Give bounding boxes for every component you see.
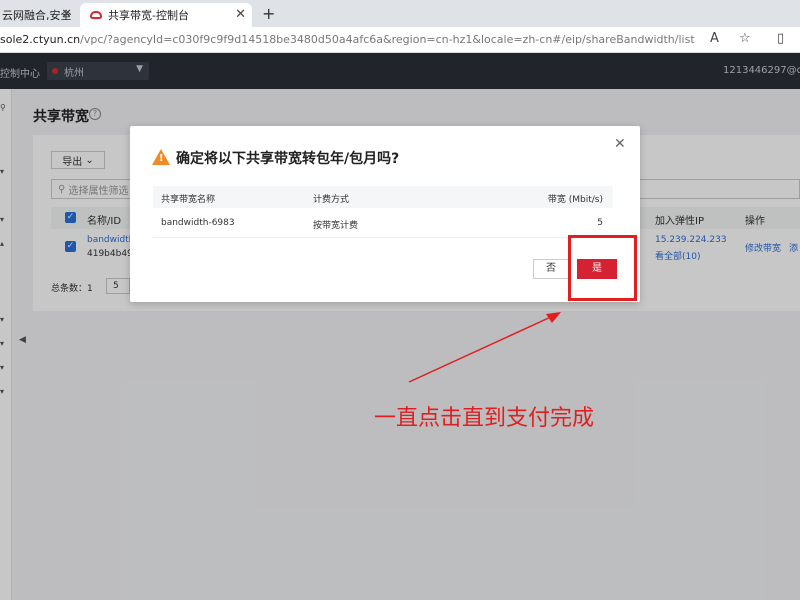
column-bandwidth: 带宽 (Mbit/s) (547, 195, 603, 205)
column-bandwidth-name: 共享带宽名称 (161, 195, 216, 205)
browser-tab-1[interactable]: 云网融合,安全 ✕ (0, 3, 78, 27)
row-billing: 按带宽计费 (313, 221, 359, 231)
row-bandwidth: 5 (597, 218, 603, 228)
sidebar-icon[interactable]: ▯ (777, 31, 784, 46)
url-host: sole2.ctyun.cn (0, 33, 81, 46)
address-bar[interactable]: sole2.ctyun.cn/vpc/?agencyId=c030f9c9f9d… (0, 27, 800, 53)
row-bandwidth-name: bandwidth-6983 (161, 218, 235, 228)
url-path: /vpc/?agencyId=c030f9c9f9d14518be3480d50… (80, 33, 695, 46)
new-tab-icon[interactable]: + (262, 4, 275, 23)
table-row: bandwidth-6983 按带宽计费 5 (153, 208, 613, 238)
dialog-table-header: 共享带宽名称 计费方式 带宽 (Mbit/s) (153, 186, 613, 208)
close-icon[interactable]: ✕ (235, 7, 246, 22)
browser-tab-2[interactable]: 共享带宽-控制台 ✕ (80, 3, 252, 27)
highlight-box (568, 235, 637, 301)
close-icon[interactable]: ✕ (614, 136, 626, 152)
cloud-logo-icon (90, 11, 102, 19)
convert-billing-dialog: ✕ ! 确定将以下共享带宽转包年/包月吗? 共享带宽名称 计费方式 带宽 (Mb… (130, 126, 640, 302)
column-billing: 计费方式 (313, 195, 350, 205)
tab-2-label: 共享带宽-控制台 (108, 9, 189, 22)
browser-tabbar: 云网融合,安全 ✕ 共享带宽-控制台 ✕ + (0, 0, 800, 27)
star-icon[interactable]: ☆ (739, 31, 751, 46)
cancel-button[interactable]: 否 (533, 259, 569, 279)
url-text[interactable]: sole2.ctyun.cn/vpc/?agencyId=c030f9c9f9d… (0, 33, 695, 46)
annotation-arrow (408, 312, 561, 383)
annotation-text: 一直点击直到支付完成 (374, 406, 595, 431)
close-icon[interactable]: ✕ (61, 7, 72, 22)
warning-icon-mark: ! (159, 153, 164, 164)
read-aloud-icon[interactable]: A (710, 31, 719, 46)
dialog-title: 确定将以下共享带宽转包年/包月吗? (176, 151, 400, 167)
